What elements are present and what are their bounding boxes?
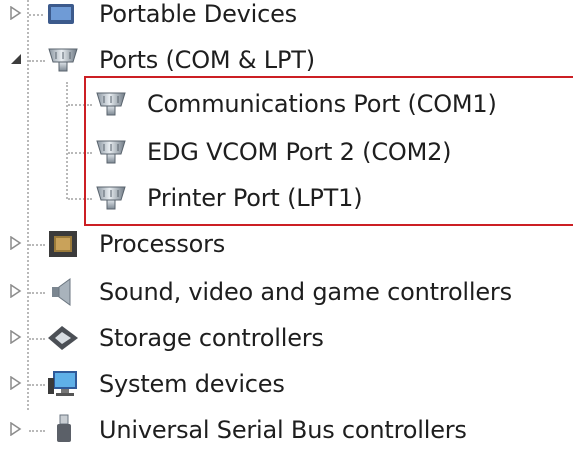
expand-arrow-icon[interactable] [8, 362, 24, 406]
tree-item-label: Processors [99, 230, 226, 258]
tree-line [29, 292, 45, 294]
tree-item-label: Sound, video and game controllers [99, 278, 512, 306]
highlight-box [84, 76, 573, 226]
tree-item-storage[interactable]: Storage controllers [0, 316, 573, 360]
expand-arrow-icon[interactable] [8, 0, 24, 36]
expand-arrow-icon[interactable] [8, 270, 24, 314]
tree-line [29, 384, 45, 386]
port-connector-icon [46, 44, 80, 76]
expand-arrow-icon[interactable] [8, 408, 24, 452]
tree-item-usb[interactable]: Universal Serial Bus controllers [0, 408, 573, 452]
tree-item-portable-devices[interactable]: Portable Devices [0, 0, 573, 36]
tree-item-label: Storage controllers [99, 324, 324, 352]
speaker-icon [46, 276, 80, 308]
usb-plug-icon [46, 414, 80, 446]
tree-line [29, 338, 45, 340]
tree-item-system[interactable]: System devices [0, 362, 573, 406]
tree-item-label: Universal Serial Bus controllers [99, 416, 467, 444]
tree-line [29, 60, 45, 62]
storage-controller-icon [46, 322, 80, 354]
tree-item-label: System devices [99, 370, 285, 398]
tree-item-label: Portable Devices [99, 0, 297, 28]
tree-line [29, 244, 45, 246]
tree-line [29, 14, 43, 16]
tree-item-processors[interactable]: Processors [0, 222, 573, 266]
portable-devices-icon [44, 0, 78, 30]
collapse-arrow-icon[interactable] [7, 38, 23, 82]
device-tree: Portable Devices Ports (COM & LPT) Commu… [0, 0, 573, 448]
tree-item-sound[interactable]: Sound, video and game controllers [0, 270, 573, 314]
expand-arrow-icon[interactable] [8, 316, 24, 360]
expand-arrow-icon[interactable] [8, 222, 24, 266]
computer-monitor-icon [46, 368, 80, 400]
tree-line [29, 430, 45, 432]
processor-chip-icon [46, 228, 80, 260]
